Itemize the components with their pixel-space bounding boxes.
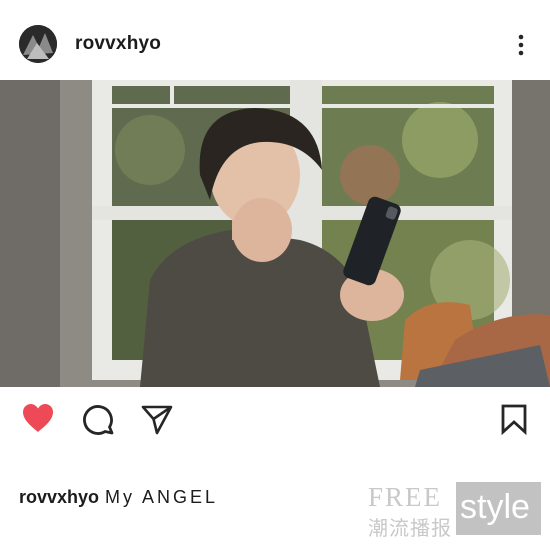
watermark-free: FREE bbox=[368, 482, 443, 512]
paper-plane-icon[interactable] bbox=[140, 404, 174, 441]
more-options-icon[interactable] bbox=[508, 32, 532, 58]
comment-icon[interactable] bbox=[81, 402, 115, 441]
action-bar bbox=[0, 387, 550, 457]
caption-text: My ANGEL bbox=[105, 487, 219, 507]
caption-username[interactable]: rovvxhyo bbox=[19, 487, 99, 507]
watermark-cn: 潮流播报 bbox=[368, 516, 452, 540]
post-username[interactable]: rovvxhyo bbox=[75, 33, 161, 55]
heart-icon[interactable] bbox=[21, 402, 55, 439]
avatar[interactable] bbox=[19, 25, 57, 63]
post-caption: rovvxhyo My ANGEL bbox=[19, 487, 218, 508]
post-header: rovvxhyo bbox=[0, 0, 550, 80]
bookmark-icon[interactable] bbox=[500, 403, 528, 440]
post-photo[interactable] bbox=[0, 80, 550, 387]
watermark-style: style bbox=[460, 488, 530, 526]
watermark: FREE 潮流播报 style bbox=[368, 482, 543, 540]
